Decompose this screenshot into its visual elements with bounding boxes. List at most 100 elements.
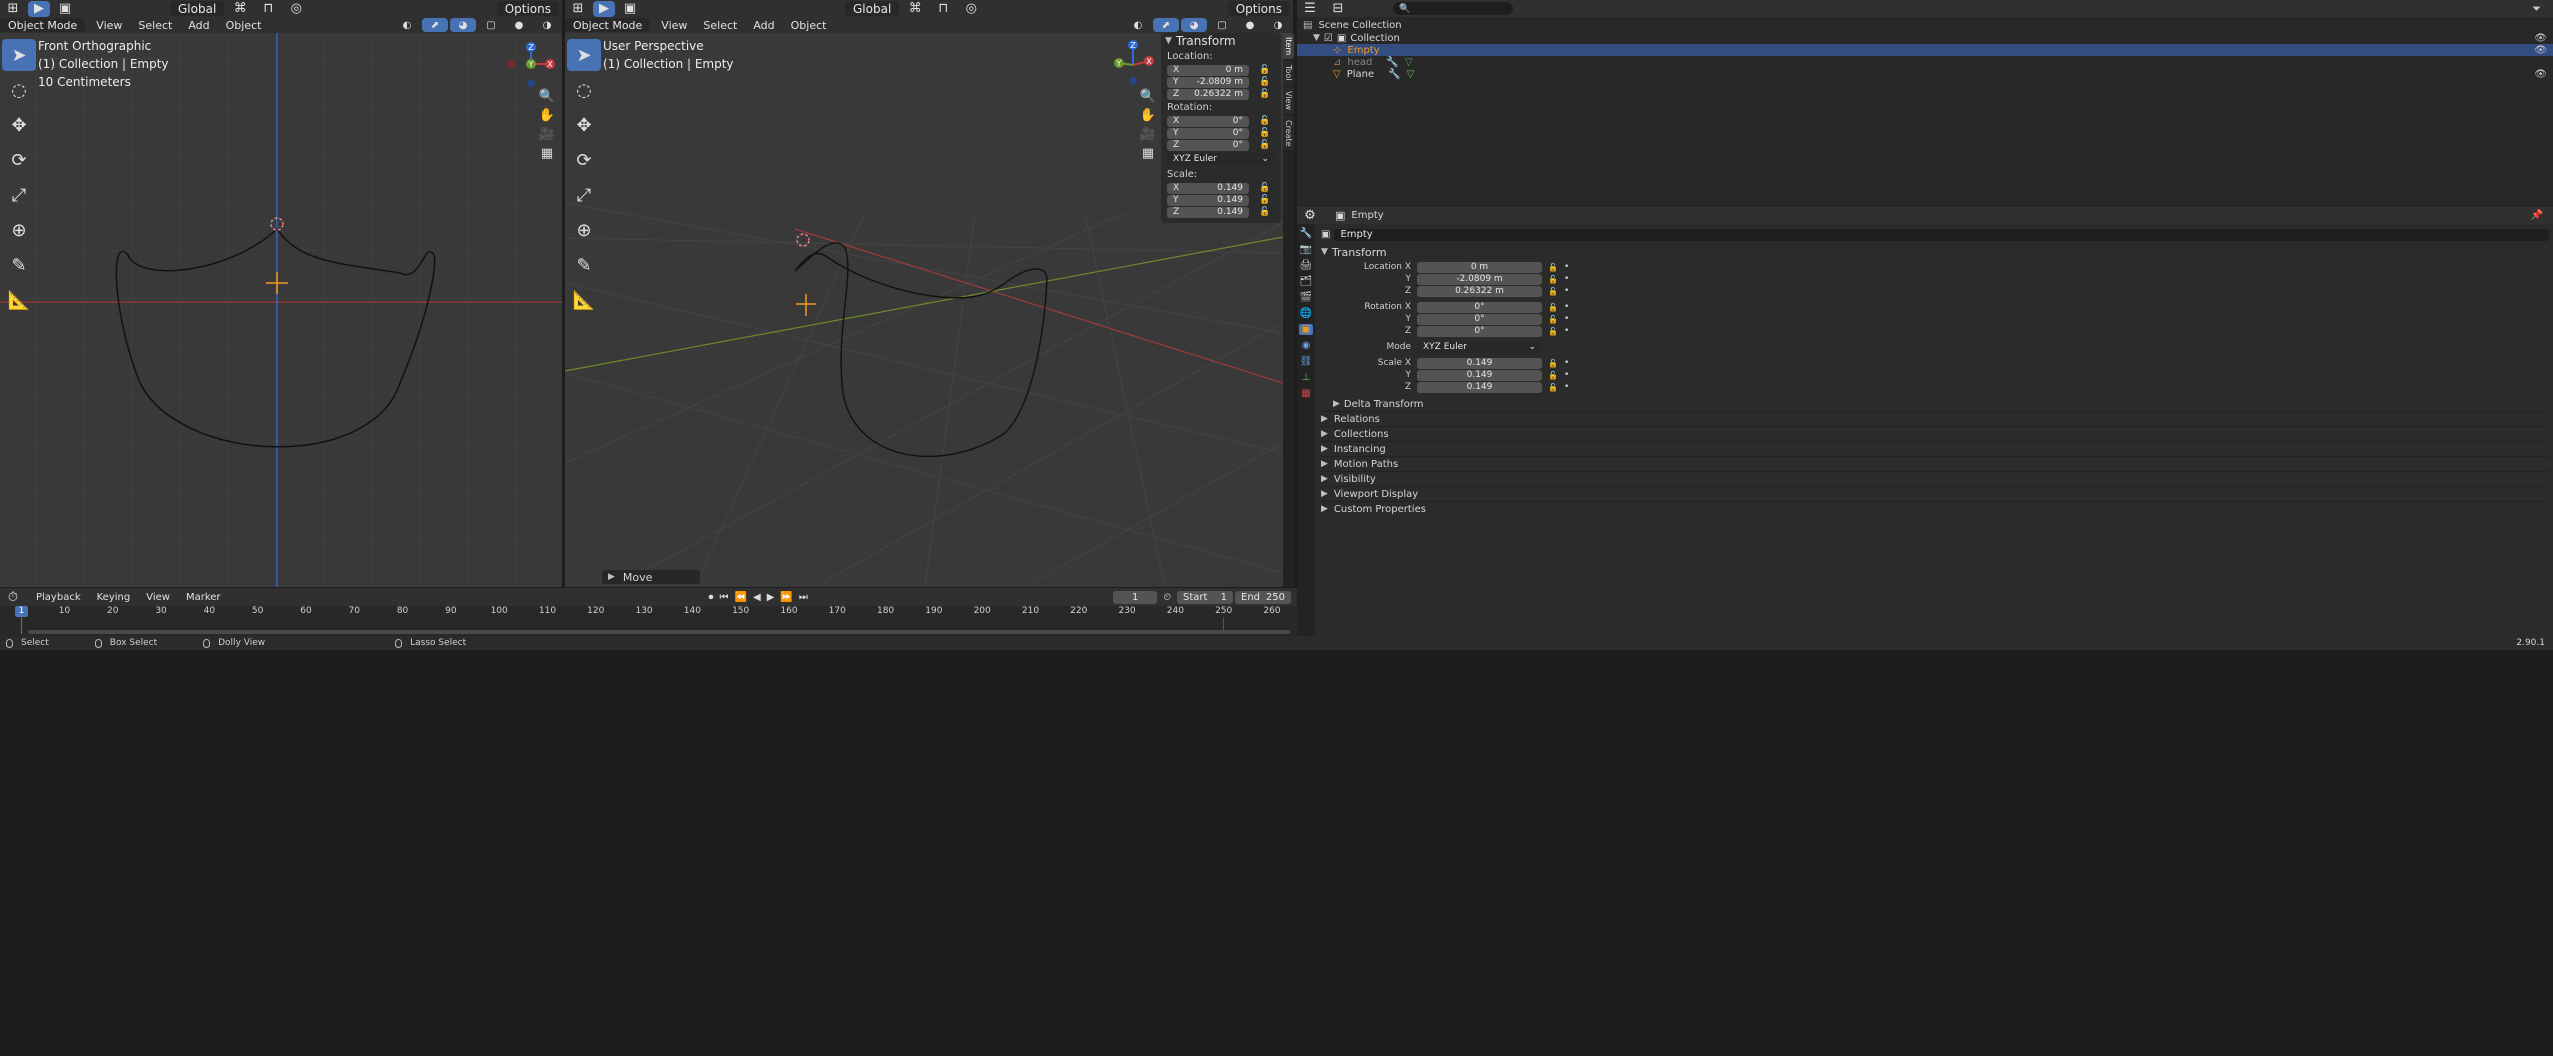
data-tab-icon[interactable]: ⊥ — [1302, 372, 1311, 383]
rotation-x-field[interactable]: 0° — [1417, 301, 1542, 313]
camera-icon[interactable]: 🎥 — [1137, 127, 1159, 146]
tab-item[interactable]: Item — [1283, 33, 1294, 60]
annotate-tool-icon[interactable]: ✎ — [2, 249, 36, 281]
pan-hand-icon[interactable]: ✋ — [1137, 108, 1159, 127]
pan-hand-icon[interactable]: ✋ — [536, 108, 558, 127]
lock-icon[interactable]: 🔓 — [1259, 128, 1270, 138]
shading-material-icon[interactable]: ◑ — [534, 18, 560, 32]
menu-timeline-view[interactable]: View — [138, 592, 178, 603]
output-tab-icon[interactable]: 🖨 — [1300, 260, 1313, 271]
lock-icon[interactable]: 🔓 — [1548, 263, 1558, 272]
properties-editor-icon[interactable]: ⚙ — [1297, 208, 1323, 223]
keyframe-dot-icon[interactable]: • — [1564, 358, 1569, 368]
lock-icon[interactable]: 🔓 — [1548, 359, 1558, 368]
outliner-editor-icon[interactable]: ☰ — [1297, 1, 1323, 16]
view-layer-tab-icon[interactable]: 🗂 — [1300, 276, 1313, 287]
rotation-z-field[interactable]: Z 0° — [1167, 139, 1249, 151]
jump-start-icon[interactable]: ⏮ — [720, 592, 729, 603]
lock-icon[interactable]: 🔓 — [1548, 327, 1558, 336]
scale-y-field[interactable]: 0.149 — [1417, 369, 1542, 381]
outliner-row-head[interactable]: ⊿ head 🔧 ▽ — [1297, 56, 2553, 68]
start-frame-field[interactable]: Start 1 — [1177, 590, 1233, 604]
scale-y-field[interactable]: Y 0.149 — [1167, 194, 1249, 206]
clock-icon[interactable]: ⏲ — [1163, 592, 1171, 603]
mode-dropdown[interactable]: Object Mode — [565, 18, 651, 32]
outliner-row-empty[interactable]: ⊹ Empty 👁 — [1297, 44, 2553, 56]
record-icon[interactable]: ⏺ — [709, 592, 714, 603]
shading-solid-icon[interactable]: ● — [1237, 18, 1263, 32]
menu-keying[interactable]: Keying — [89, 592, 139, 603]
annotate-tool-icon[interactable]: ✎ — [567, 249, 601, 281]
pivot-icon[interactable]: ⌘ — [227, 1, 253, 16]
visibility-icon[interactable]: ◐ — [1125, 18, 1151, 32]
panel-relations[interactable]: ▶ Relations — [1321, 411, 2549, 426]
rotation-mode-dropdown[interactable]: XYZ Euler ⌄ — [1167, 153, 1275, 165]
select-box-icon[interactable]: ▣ — [52, 1, 78, 17]
panel-instancing[interactable]: ▶ Instancing — [1321, 441, 2549, 456]
texture-tab-icon[interactable]: ▦ — [1301, 388, 1310, 399]
eye-icon[interactable]: 👁 — [2534, 33, 2547, 44]
overlay-icon[interactable]: ◕ — [1181, 18, 1207, 32]
options-button[interactable]: Options — [496, 1, 559, 16]
zoom-icon[interactable]: 🔍 — [1137, 89, 1159, 108]
cursor-tool-icon[interactable]: ◌ — [2, 74, 36, 106]
keyframe-dot-icon[interactable]: • — [1564, 262, 1569, 272]
lock-icon[interactable]: 🔓 — [1259, 195, 1270, 205]
scale-z-field[interactable]: 0.149 — [1417, 381, 1542, 393]
lock-icon[interactable]: 🔓 — [1548, 383, 1558, 392]
rotation-z-field[interactable]: 0° — [1417, 325, 1542, 337]
snap-icon[interactable]: ⊓ — [255, 1, 281, 16]
move-tool-icon[interactable]: ✥ — [567, 109, 601, 141]
perspective-grid-icon[interactable]: ▦ — [1137, 146, 1159, 165]
editor-type-icon[interactable]: ⊞ — [565, 1, 591, 17]
outliner-scene-collection[interactable]: ▤ Scene Collection — [1297, 19, 2553, 32]
eye-icon[interactable]: 👁 — [2534, 69, 2547, 80]
pin-icon[interactable]: 📌 — [2531, 210, 2543, 221]
playhead[interactable]: 1 — [15, 606, 28, 617]
lock-icon[interactable]: 🔓 — [1548, 315, 1558, 324]
panel-custom-properties[interactable]: ▶ Custom Properties — [1321, 501, 2549, 516]
rotate-tool-icon[interactable]: ⟳ — [2, 144, 36, 176]
prev-keyframe-icon[interactable]: ⏪ — [735, 592, 747, 603]
scale-tool-icon[interactable]: ⤢ — [567, 179, 601, 211]
display-mode-icon[interactable]: ⊟ — [1325, 1, 1351, 16]
mode-dropdown[interactable]: Object Mode — [0, 18, 86, 32]
rotate-tool-icon[interactable]: ⟳ — [567, 144, 601, 176]
lock-icon[interactable]: 🔓 — [1548, 303, 1558, 312]
proportional-icon[interactable]: ◎ — [958, 1, 984, 16]
navigation-gizmo[interactable]: Z X Y — [1105, 37, 1165, 97]
move-operator-panel[interactable]: ▶ Move — [602, 570, 700, 584]
menu-view[interactable]: View — [653, 19, 695, 32]
menu-playback[interactable]: Playback — [28, 592, 89, 603]
menu-view[interactable]: View — [88, 19, 130, 32]
physics-tab-icon[interactable]: ◉ — [1302, 340, 1311, 351]
menu-object[interactable]: Object — [783, 19, 835, 32]
outliner-row-collection[interactable]: ▼ ☑ ▣ Collection 👁 — [1297, 32, 2553, 44]
transform-tool-icon[interactable]: ⊕ — [2, 214, 36, 246]
lock-icon[interactable]: 🔓 — [1259, 89, 1270, 99]
lock-icon[interactable]: 🔓 — [1259, 207, 1270, 217]
render-tab-icon[interactable]: 📷 — [1300, 244, 1312, 255]
measure-tool-icon[interactable]: 📐 — [567, 284, 601, 316]
location-x-field[interactable]: X 0 m — [1167, 64, 1249, 76]
rotation-y-field[interactable]: Y 0° — [1167, 127, 1249, 139]
tab-tool[interactable]: Tool — [1283, 61, 1294, 85]
camera-icon[interactable]: 🎥 — [536, 127, 558, 146]
timeline-editor-icon[interactable]: ⏱ — [0, 590, 26, 605]
end-frame-field[interactable]: End 250 — [1235, 590, 1291, 604]
panel-collections[interactable]: ▶ Collections — [1321, 426, 2549, 441]
lock-icon[interactable]: 🔓 — [1548, 287, 1558, 296]
next-keyframe-icon[interactable]: ⏩ — [780, 592, 792, 603]
visibility-icon[interactable]: ◐ — [394, 18, 420, 32]
play-reverse-icon[interactable]: ◀ — [753, 592, 761, 603]
keyframe-dot-icon[interactable]: • — [1564, 326, 1569, 336]
move-tool-icon[interactable]: ✥ — [2, 109, 36, 141]
select-tool-icon[interactable]: ➤ — [567, 39, 601, 71]
menu-add[interactable]: Add — [180, 19, 217, 32]
location-z-field[interactable]: Z 0.26322 m — [1167, 88, 1249, 100]
object-tab-icon[interactable]: ▣ — [1299, 324, 1313, 335]
location-z-field[interactable]: 0.26322 m — [1417, 285, 1542, 297]
keyframe-dot-icon[interactable]: • — [1564, 314, 1569, 324]
gizmo-icon[interactable]: ⬈ — [422, 18, 448, 32]
navigation-gizmo[interactable]: Z X Y — [500, 37, 560, 97]
